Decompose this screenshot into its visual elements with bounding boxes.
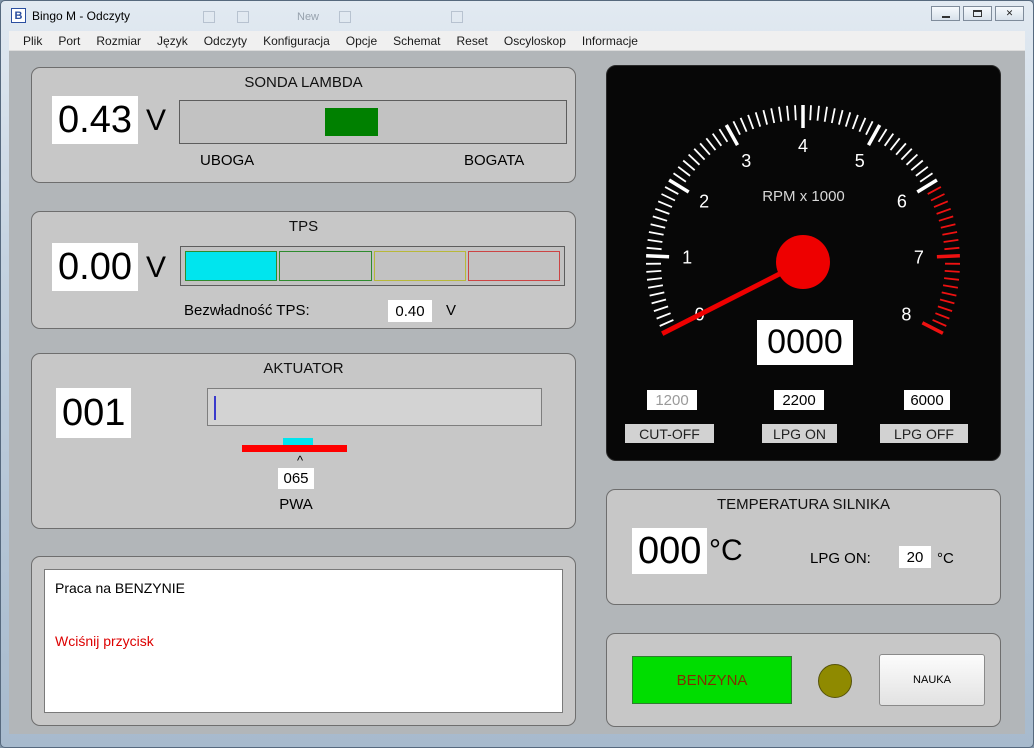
background-window-icon — [339, 11, 351, 23]
tps-panel: TPS 0.00 V Bezwładność TPS: 0.40 V — [31, 211, 576, 329]
menu-item-rozmiar[interactable]: Rozmiar — [88, 32, 149, 50]
minimize-icon — [942, 16, 950, 18]
lambda-left-label: UBOGA — [200, 152, 254, 169]
text-caret — [214, 396, 216, 420]
background-window-icon — [451, 11, 463, 23]
tps-segment-yellow — [374, 251, 466, 281]
lpg-off-label: LPG OFF — [880, 424, 968, 443]
app-icon: B — [11, 8, 26, 23]
titlebar-left: B Bingo M - Odczyty — [11, 8, 130, 23]
aktuator-setpoint-field[interactable]: 065 — [278, 468, 314, 489]
lambda-indicator — [325, 108, 378, 136]
rpm-gauge-panel: 012345678 RPM x 1000 0000 1200 2200 6000… — [606, 65, 1001, 461]
lpg-on-rpm-field[interactable]: 2200 — [774, 390, 824, 410]
menu-item-oscyloskop[interactable]: Oscyloskop — [496, 32, 574, 50]
message-box: Praca na BENZYNIE Wciśnij przycisk — [44, 569, 563, 713]
temp-lpg-on-unit: °C — [937, 550, 954, 567]
menu-item-schemat[interactable]: Schemat — [385, 32, 448, 50]
svg-text:8: 8 — [901, 305, 911, 325]
background-window-title: New — [297, 11, 319, 23]
tps-value: 0.00 — [52, 243, 138, 291]
menu-item-jezyk[interactable]: Język — [149, 32, 196, 50]
nauka-button[interactable]: NAUKA — [879, 654, 985, 706]
temp-lpg-on-field[interactable]: 20 — [899, 546, 931, 568]
aktuator-value: 001 — [56, 388, 131, 438]
tps-segment-fill — [185, 251, 277, 281]
close-button[interactable]: ✕ — [995, 6, 1024, 21]
menu-item-plik[interactable]: Plik — [15, 32, 50, 50]
aktuator-axis-label: PWA — [264, 496, 328, 513]
temperature-panel: TEMPERATURA SILNIKA 000 °C LPG ON: 20 °C — [606, 489, 1001, 605]
window-title: Bingo M - Odczyty — [32, 9, 130, 23]
temperature-title: TEMPERATURA SILNIKA — [607, 496, 1000, 513]
window-controls: ✕ — [931, 6, 1024, 21]
svg-text:3: 3 — [741, 151, 751, 171]
tps-inertia-label: Bezwładność TPS: — [184, 302, 310, 319]
temperature-unit: °C — [709, 528, 743, 574]
background-window-icon — [203, 11, 215, 23]
aktuator-position-segment — [283, 438, 313, 445]
menu-bar: Plik Port Rozmiar Język Odczyty Konfigur… — [9, 31, 1025, 51]
lpg-off-rpm-field[interactable]: 6000 — [904, 390, 950, 410]
aktuator-panel: AKTUATOR 001 ^ 065 PWA — [31, 353, 576, 529]
menu-item-odczyty[interactable]: Odczyty — [196, 32, 255, 50]
temp-lpg-on-label: LPG ON: — [810, 550, 871, 567]
menu-item-port[interactable]: Port — [50, 32, 88, 50]
client-area: SONDA LAMBDA 0.43 V UBOGA BOGATA TPS 0.0… — [9, 51, 1025, 734]
lambda-bar — [179, 100, 567, 144]
aktuator-marker: ^ — [282, 453, 318, 468]
svg-text:7: 7 — [914, 247, 924, 267]
svg-text:1: 1 — [682, 247, 692, 267]
tps-bar — [180, 246, 565, 286]
tps-inertia-unit: V — [446, 302, 456, 319]
svg-text:5: 5 — [855, 151, 865, 171]
fuel-panel: BENZYNA NAUKA — [606, 633, 1001, 727]
cutoff-label: CUT-OFF — [625, 424, 714, 443]
message-line-1: Praca na BENZYNIE — [55, 580, 562, 596]
tps-segment-green — [279, 251, 371, 281]
app-window: B Bingo M - Odczyty New ✕ Plik Port Rozm… — [0, 0, 1034, 748]
lambda-right-label: BOGATA — [464, 152, 524, 169]
close-icon: ✕ — [1006, 9, 1014, 18]
tps-title: TPS — [32, 218, 575, 235]
menu-item-reset[interactable]: Reset — [449, 32, 496, 50]
message-panel: Praca na BENZYNIE Wciśnij przycisk — [31, 556, 576, 726]
menu-item-konfiguracja[interactable]: Konfiguracja — [255, 32, 338, 50]
aktuator-title: AKTUATOR — [32, 360, 575, 377]
aktuator-range-bar — [242, 445, 347, 452]
lambda-panel: SONDA LAMBDA 0.43 V UBOGA BOGATA — [31, 67, 576, 183]
rpm-scale-label: RPM x 1000 — [607, 188, 1000, 205]
benzyna-button[interactable]: BENZYNA — [632, 656, 792, 704]
tps-inertia-field[interactable]: 0.40 — [388, 300, 432, 322]
rpm-digital-readout: 0000 — [757, 320, 853, 365]
maximize-button[interactable] — [963, 6, 992, 21]
lambda-value: 0.43 — [52, 96, 138, 144]
temperature-value: 000 — [632, 528, 707, 574]
svg-text:4: 4 — [798, 136, 808, 156]
menu-item-opcje[interactable]: Opcje — [338, 32, 385, 50]
lambda-unit: V — [146, 98, 166, 144]
titlebar: B Bingo M - Odczyty New ✕ — [1, 1, 1033, 31]
maximize-icon — [973, 10, 982, 17]
tps-unit: V — [146, 245, 166, 291]
aktuator-input-field[interactable] — [207, 388, 542, 426]
lpg-on-label: LPG ON — [762, 424, 837, 443]
cutoff-rpm-field[interactable]: 1200 — [647, 390, 697, 410]
tps-segment-red — [468, 251, 560, 281]
message-line-2: Wciśnij przycisk — [55, 633, 562, 649]
lambda-title: SONDA LAMBDA — [32, 74, 575, 91]
status-lamp — [818, 664, 852, 698]
menu-item-informacje[interactable]: Informacje — [574, 32, 646, 50]
minimize-button[interactable] — [931, 6, 960, 21]
background-window-icon — [237, 11, 249, 23]
